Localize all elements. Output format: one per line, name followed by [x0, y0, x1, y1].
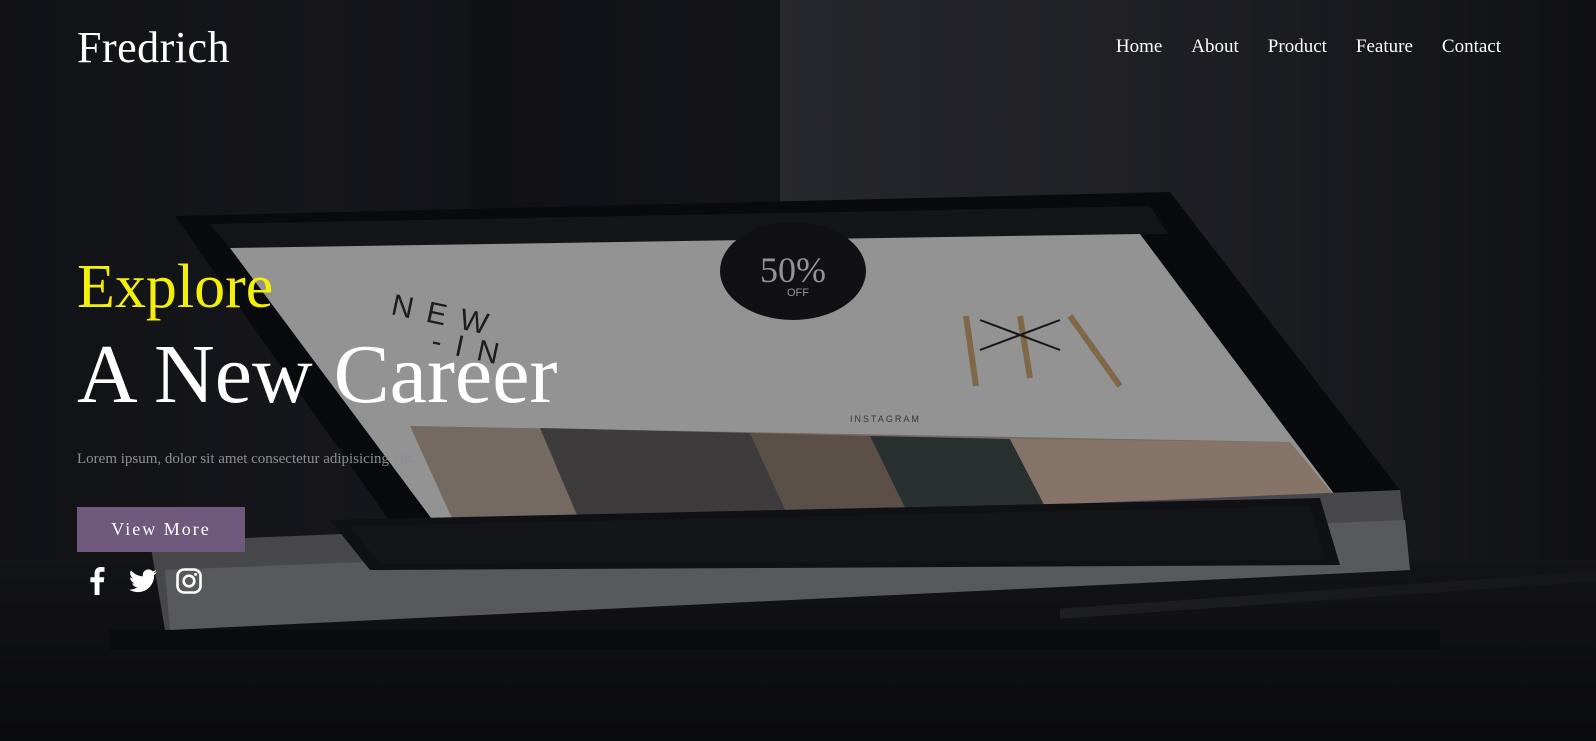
nav-link-contact[interactable]: Contact	[1442, 36, 1501, 58]
hero-section: 50% OFF NEW -IN INSTAGRAM Fredrich Home …	[0, 0, 1596, 741]
view-more-button[interactable]: View More	[77, 507, 245, 552]
nav-link-product[interactable]: Product	[1268, 36, 1327, 58]
social-links	[83, 567, 203, 595]
brand-logo[interactable]: Fredrich	[77, 22, 230, 73]
instagram-icon[interactable]	[175, 567, 203, 595]
nav-link-about[interactable]: About	[1191, 36, 1239, 58]
hero-kicker: Explore	[77, 253, 274, 321]
hero-headline: A New Career	[77, 328, 558, 421]
hero-subtext: Lorem ipsum, dolor sit amet consectetur …	[77, 451, 416, 467]
nav-link-home[interactable]: Home	[1116, 36, 1162, 58]
main-navigation: Home About Product Feature Contact	[1116, 36, 1501, 58]
twitter-icon[interactable]	[129, 567, 157, 595]
facebook-icon[interactable]	[83, 567, 111, 595]
nav-link-feature[interactable]: Feature	[1356, 36, 1413, 58]
